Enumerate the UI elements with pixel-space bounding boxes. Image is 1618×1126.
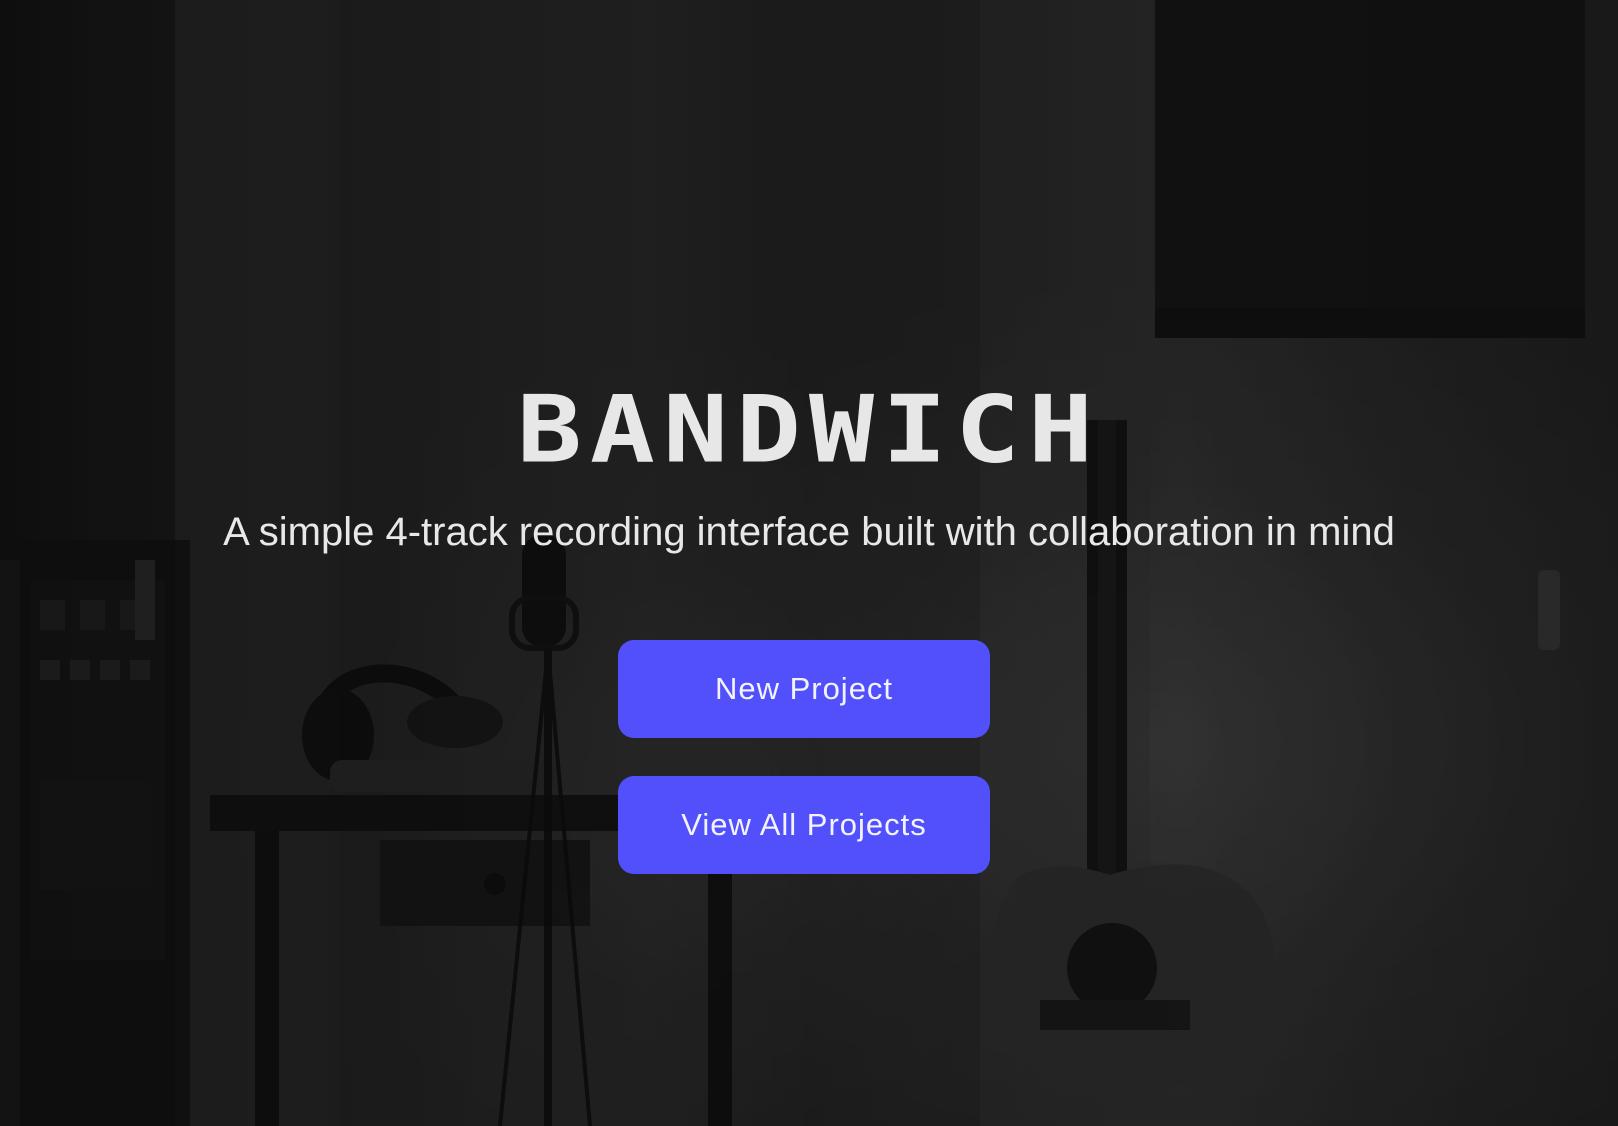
landing-page: BANDWICH A simple 4-track recording inte…	[0, 0, 1618, 1126]
new-project-button[interactable]: New Project	[618, 640, 990, 738]
hero-section: BANDWICH A simple 4-track recording inte…	[0, 0, 1618, 1126]
app-subtitle: A simple 4-track recording interface bui…	[223, 510, 1395, 554]
app-title: BANDWICH	[516, 376, 1102, 485]
view-all-projects-button[interactable]: View All Projects	[618, 776, 990, 874]
